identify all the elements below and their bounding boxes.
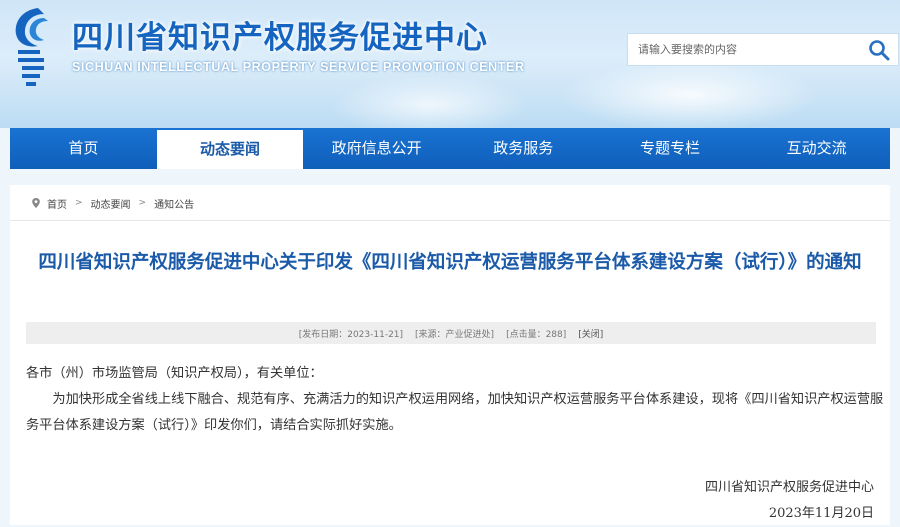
view-count: [点击量：288]	[506, 329, 567, 340]
site-title: 四川省知识产权服务促进中心	[72, 20, 488, 56]
site-header: 四川省知识产权服务促进中心 SICHUAN INTELLECTUAL PROPE…	[0, 0, 900, 128]
cloud-decoration	[560, 60, 820, 128]
breadcrumb-news[interactable]: 动态要闻	[91, 196, 131, 211]
signature-date: 2023年11月20日	[768, 506, 874, 521]
article-meta: [发布日期：2023-11-21] [来源：产业促进处] [点击量：288] […	[26, 322, 876, 344]
nav-item-special-topics[interactable]: 专题专栏	[597, 128, 744, 169]
nav-item-home[interactable]: 首页	[10, 128, 157, 169]
breadcrumb-notices[interactable]: 通知公告	[154, 196, 194, 211]
cloud-decoration	[330, 75, 530, 128]
publish-date: [发布日期：2023-11-21]	[298, 329, 404, 340]
search-box	[627, 33, 899, 66]
location-pin-icon	[32, 198, 40, 208]
site-subtitle: SICHUAN INTELLECTUAL PROPERTY SERVICE PR…	[72, 60, 525, 74]
breadcrumb-separator: >	[75, 198, 83, 208]
signature: 四川省知识产权服务促进中心 2023年11月20日	[705, 475, 874, 527]
article-container: 首页 > 动态要闻 > 通知公告 四川省知识产权服务促进中心关于印发《四川省知识…	[10, 185, 890, 525]
article-source: [来源：产业促进处]	[415, 329, 495, 340]
main-nav: 首页 动态要闻 政府信息公开 政务服务 专题专栏 互动交流	[10, 128, 890, 169]
nav-item-interaction[interactable]: 互动交流	[743, 128, 890, 169]
nav-item-gov-services[interactable]: 政务服务	[450, 128, 597, 169]
search-input[interactable]	[628, 34, 868, 65]
close-link[interactable]: [关闭]	[578, 327, 603, 340]
signature-org: 四川省知识产权服务促进中心	[704, 480, 874, 495]
search-icon[interactable]	[868, 39, 890, 61]
article-title: 四川省知识产权服务促进中心关于印发《四川省知识产权运营服务平台体系建设方案（试行…	[38, 252, 862, 273]
salutation: 各市（州）市场监管局（知识产权局），有关单位：	[26, 366, 323, 381]
body-paragraph: 为加快形成全省线上线下融合、规范有序、充满活力的知识产权运用网络，加快知识产权运…	[26, 392, 884, 433]
breadcrumb-home[interactable]: 首页	[47, 196, 67, 211]
nav-item-news[interactable]: 动态要闻	[156, 128, 304, 169]
breadcrumb-separator: >	[138, 198, 147, 208]
sichuan-ip-logo-icon[interactable]	[8, 4, 54, 90]
divider	[10, 220, 890, 221]
article-body: 各市（州）市场监管局（知识产权局），有关单位： 为加快形成全省线上线下融合、规范…	[26, 361, 884, 439]
breadcrumb: 首页 > 动态要闻 > 通知公告	[30, 193, 194, 213]
nav-item-gov-info[interactable]: 政府信息公开	[303, 128, 450, 169]
